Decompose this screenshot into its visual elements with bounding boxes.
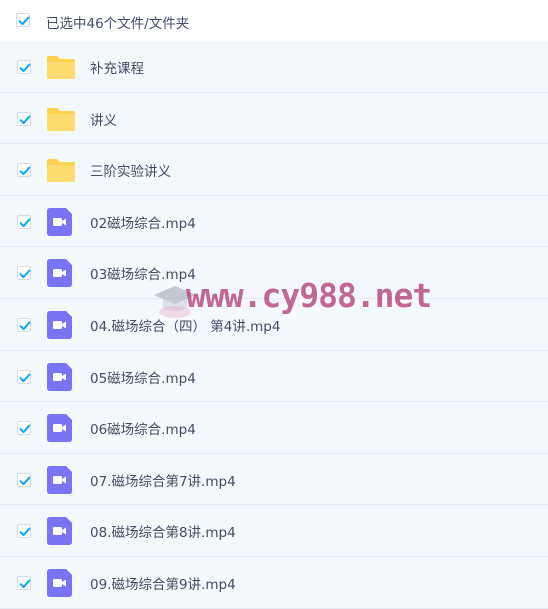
checkmark-icon [19,115,31,124]
checkmark-icon [19,373,31,382]
video-file-icon [46,568,76,597]
selected-count-label: 已选中46个文件/文件夹 [46,16,190,32]
row-checkbox[interactable] [17,163,31,178]
file-row[interactable]: 三阶实验讲义 [0,144,548,196]
row-checkbox[interactable] [17,421,31,436]
checkmark-icon [19,218,31,227]
folder-icon [46,105,76,133]
file-name[interactable]: 07.磁场综合第7讲.mp4 [90,470,236,490]
checkmark-icon [18,16,30,26]
video-file-icon [46,465,76,494]
file-row[interactable]: 08.磁场综合第8讲.mp4 [0,505,548,557]
checkmark-icon [19,424,31,434]
file-name[interactable]: 08.磁场综合第8讲.mp4 [90,521,236,541]
file-row[interactable]: 06磁场综合.mp4 [0,402,548,454]
checkmark-icon [19,579,31,589]
select-all-checkbox[interactable] [16,13,30,27]
file-name[interactable]: 02磁场综合.mp4 [90,212,196,232]
checkmark-icon [19,321,31,331]
checkmark-icon [19,166,31,176]
row-checkbox[interactable] [17,369,31,384]
checkmark-icon [19,527,31,537]
row-checkbox[interactable] [17,266,31,281]
file-name[interactable]: 讲义 [90,109,117,129]
file-name[interactable]: 09.磁场综合第9讲.mp4 [90,573,236,593]
folder-icon [46,156,76,184]
video-file-icon [46,310,76,339]
row-checkbox[interactable] [17,524,31,539]
row-checkbox[interactable] [17,472,31,487]
checkmark-icon [19,269,31,279]
file-name[interactable]: 补充课程 [90,57,144,77]
file-row[interactable]: 讲义 [0,92,548,145]
video-file-icon [46,517,76,546]
file-row[interactable]: 07.磁场综合第7讲.mp4 [0,453,548,506]
selection-header: 已选中46个文件/文件夹 [0,0,548,41]
row-checkbox[interactable] [17,111,31,126]
file-row[interactable]: 05磁场综合.mp4 [0,350,548,403]
video-file-icon [46,362,76,391]
watermark: www.cy988.net [150,276,432,328]
checkmark-icon [19,476,31,485]
video-file-icon [46,207,76,236]
row-checkbox[interactable] [17,317,31,332]
row-checkbox[interactable] [17,575,31,590]
checkmark-icon [19,63,31,73]
file-name[interactable]: 06磁场综合.mp4 [90,418,196,438]
row-checkbox[interactable] [17,214,31,229]
folder-icon [46,53,76,81]
video-file-icon [46,259,76,288]
file-name[interactable]: 三阶实验讲义 [90,160,171,180]
row-checkbox[interactable] [17,60,31,74]
file-row[interactable]: 02磁场综合.mp4 [0,195,548,248]
watermark-text: www.cy988.net [186,276,432,315]
video-file-icon [46,414,76,443]
file-name[interactable]: 05磁场综合.mp4 [90,367,196,387]
file-row[interactable]: 补充课程 [0,41,548,93]
